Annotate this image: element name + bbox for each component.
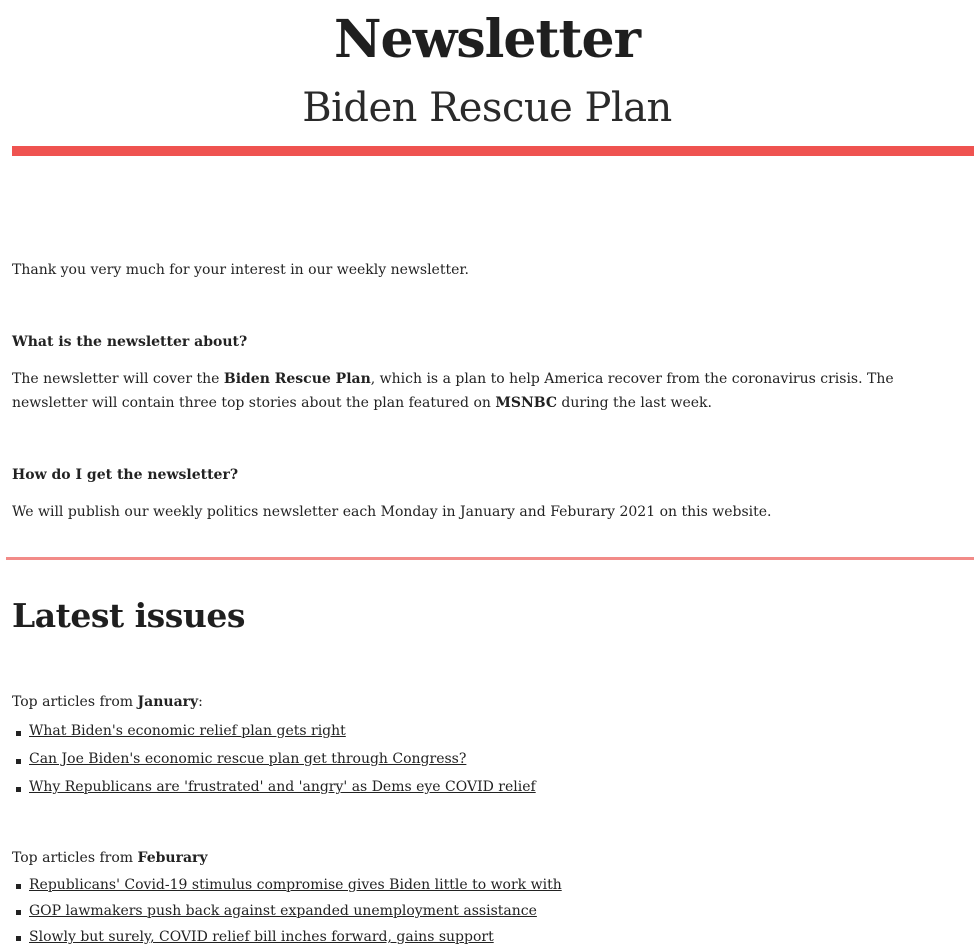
- source-name: MSNBC: [495, 395, 557, 411]
- month-label-prefix: Top articles from: [12, 850, 138, 866]
- article-list-january: What Biden's economic relief plan gets r…: [12, 719, 536, 803]
- month-name: January: [137, 694, 199, 710]
- faq-answer-about: The newsletter will cover the Biden Resc…: [12, 367, 942, 415]
- month-label-january: Top articles from January:: [12, 690, 203, 714]
- list-item: Why Republicans are 'frustrated' and 'an…: [12, 775, 536, 803]
- month-label-prefix: Top articles from: [12, 694, 138, 710]
- faq-question-how: How do I get the newsletter?: [12, 467, 239, 483]
- answer-text: during the last week.: [556, 395, 712, 411]
- article-link[interactable]: Can Joe Biden's economic rescue plan get…: [29, 751, 466, 767]
- latest-issues-heading: Latest issues: [12, 596, 245, 635]
- page-header: Newsletter Biden Rescue Plan: [0, 0, 974, 134]
- page-title: Newsletter: [333, 9, 641, 70]
- article-link[interactable]: Republicans' Covid-19 stimulus compromis…: [29, 877, 562, 893]
- faq-question-about: What is the newsletter about?: [12, 334, 248, 350]
- answer-text: The newsletter will cover the: [12, 371, 224, 387]
- header-accent-bar: [12, 146, 974, 156]
- article-link[interactable]: What Biden's economic relief plan gets r…: [29, 723, 346, 739]
- article-list-feburary: Republicans' Covid-19 stimulus compromis…: [12, 873, 562, 945]
- list-item: Can Joe Biden's economic rescue plan get…: [12, 747, 536, 775]
- faq-answer-how: We will publish our weekly politics news…: [12, 504, 772, 520]
- list-item: Slowly but surely, COVID relief bill inc…: [12, 925, 562, 945]
- intro-text: Thank you very much for your interest in…: [12, 262, 469, 278]
- list-item: GOP lawmakers push back against expanded…: [12, 899, 562, 925]
- month-name: Feburary: [137, 850, 208, 866]
- section-divider: [6, 557, 974, 560]
- page-subtitle: Biden Rescue Plan: [302, 85, 672, 131]
- list-item: What Biden's economic relief plan gets r…: [12, 719, 536, 747]
- month-label-suffix: :: [198, 694, 203, 710]
- month-label-feburary: Top articles from Feburary: [12, 846, 208, 870]
- plan-name: Biden Rescue Plan: [223, 371, 371, 387]
- article-link[interactable]: Slowly but surely, COVID relief bill inc…: [29, 929, 494, 945]
- list-item: Republicans' Covid-19 stimulus compromis…: [12, 873, 562, 899]
- article-link[interactable]: Why Republicans are 'frustrated' and 'an…: [29, 779, 536, 795]
- article-link[interactable]: GOP lawmakers push back against expanded…: [29, 903, 537, 919]
